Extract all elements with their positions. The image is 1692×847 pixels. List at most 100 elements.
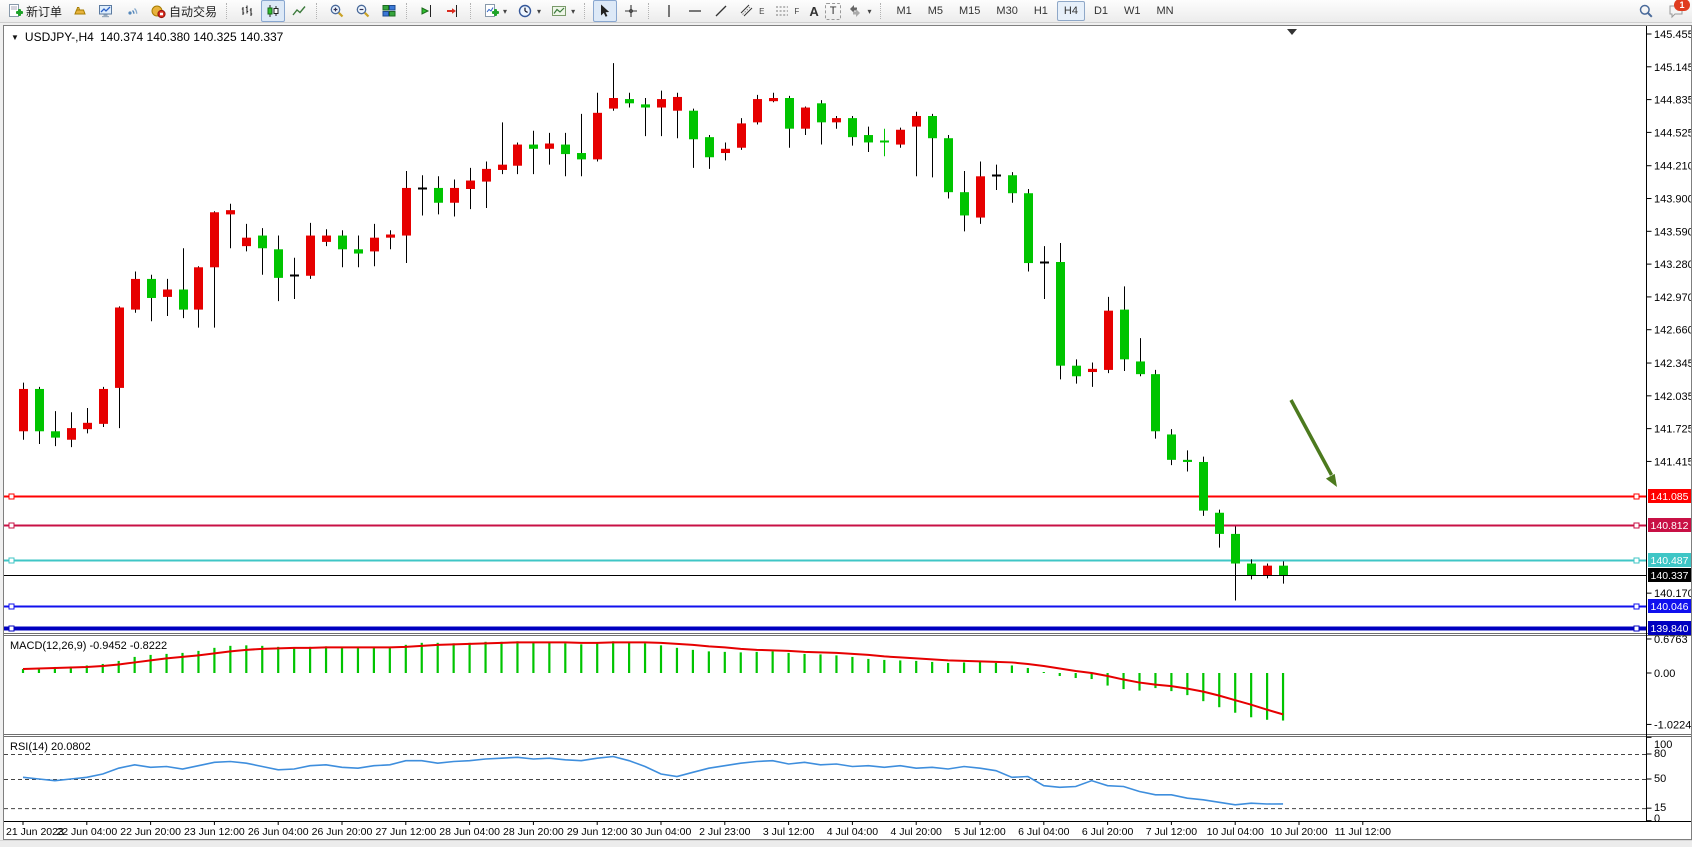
auto-scroll-icon — [445, 3, 461, 19]
time-tick-label: 28 Jun 04:00 — [439, 826, 500, 838]
monitor-chart-icon — [98, 3, 114, 19]
timeframe-button-m5[interactable]: M5 — [921, 1, 950, 21]
toolbar-separator — [406, 3, 411, 19]
horizontal-lines[interactable] — [4, 494, 1646, 631]
timeframe-button-mn[interactable]: MN — [1150, 1, 1181, 21]
zoom-in-button[interactable] — [325, 0, 349, 22]
line-handle[interactable] — [1634, 523, 1639, 528]
chart-canvas[interactable]: MACD(12,26,9) -0.9452 -0.8222 RSI(14) 20.… — [4, 26, 1691, 839]
line-handle[interactable] — [1634, 626, 1639, 631]
trendline-button[interactable] — [709, 0, 733, 22]
line-handle[interactable] — [9, 523, 14, 528]
price-axis[interactable]: 145.455145.145144.835144.525144.210143.9… — [1647, 26, 1692, 825]
price-tick-label: 142.660 — [1654, 325, 1691, 337]
line-handle[interactable] — [1634, 558, 1639, 563]
arrows-icon — [847, 3, 863, 19]
chart-shift-button[interactable] — [415, 0, 439, 22]
text-button[interactable]: A — [805, 0, 822, 22]
arrow-annotation[interactable] — [1291, 400, 1337, 487]
fibonacci-button[interactable]: F — [770, 0, 803, 22]
rsi-axis-label: 0 — [1654, 813, 1660, 825]
rsi-axis-label: 50 — [1654, 773, 1666, 785]
price-tick-label: 144.525 — [1654, 127, 1691, 139]
line-handle[interactable] — [9, 494, 14, 499]
chart-shift-marker[interactable] — [1287, 29, 1297, 35]
time-tick-label: 27 Jun 12:00 — [375, 826, 436, 838]
equidistant-channel-icon — [739, 3, 755, 19]
arrows-button[interactable]: ▾ — [843, 0, 875, 22]
autotrading-button[interactable]: 自动交易 — [146, 0, 221, 22]
bar-chart-button[interactable] — [235, 0, 259, 22]
indicators-button[interactable]: ▾ — [479, 0, 511, 22]
price-tick-label: 140.170 — [1654, 588, 1691, 600]
chart-area[interactable]: MACD(12,26,9) -0.9452 -0.8222 RSI(14) 20.… — [3, 25, 1692, 840]
add-indicator-icon — [483, 3, 499, 19]
price-tick-label: 142.035 — [1654, 391, 1691, 403]
text-label-button[interactable]: T — [825, 3, 842, 20]
notification-badge[interactable]: 1 — [1674, 0, 1690, 11]
price-tick-label: 145.145 — [1654, 62, 1691, 74]
macd-indicator: MACD(12,26,9) -0.9452 -0.8222 — [10, 640, 1283, 721]
line-handle[interactable] — [9, 604, 14, 609]
price-tick-label: 145.455 — [1654, 29, 1691, 41]
price-tick-label: 143.590 — [1654, 226, 1691, 238]
timeframe-button-w1[interactable]: W1 — [1117, 1, 1148, 21]
new-order-button[interactable]: 新订单 — [3, 0, 66, 22]
signals-button[interactable] — [120, 0, 144, 22]
line-chart-icon — [291, 3, 307, 19]
templates-button[interactable]: ▾ — [547, 0, 579, 22]
cursor-icon — [597, 3, 613, 19]
autotrading-icon — [150, 3, 166, 19]
time-tick-label: 26 Jun 04:00 — [248, 826, 309, 838]
vertical-line-icon — [661, 3, 677, 19]
price-tag-label: 140.337 — [1651, 570, 1689, 582]
chat-button[interactable]: 1 — [1668, 3, 1684, 19]
fibonacci-icon — [774, 3, 790, 19]
search-icon[interactable] — [1638, 3, 1654, 19]
periods-button[interactable]: ▾ — [513, 0, 545, 22]
timeframe-button-h4[interactable]: H4 — [1057, 1, 1085, 21]
dropdown-arrow-icon[interactable]: ▾ — [537, 7, 541, 16]
line-handle[interactable] — [1634, 494, 1639, 499]
dropdown-arrow-icon[interactable]: ▾ — [503, 7, 507, 16]
horizontal-line-button[interactable] — [683, 0, 707, 22]
chevron-down-icon[interactable]: ▼ — [11, 33, 19, 42]
dropdown-arrow-icon[interactable]: ▾ — [571, 7, 575, 16]
rsi-levels — [4, 755, 1646, 809]
timeframe-button-m1[interactable]: M1 — [889, 1, 918, 21]
line-handle[interactable] — [9, 558, 14, 563]
zoom-out-button[interactable] — [351, 0, 375, 22]
timeframe-button-m15[interactable]: M15 — [952, 1, 987, 21]
rsi-label: RSI(14) 20.0802 — [10, 741, 91, 753]
auto-scroll-button[interactable] — [441, 0, 465, 22]
time-tick-label: 4 Jul 04:00 — [827, 826, 879, 838]
timeframe-button-m30[interactable]: M30 — [989, 1, 1024, 21]
mt4-window: 新订单 — [0, 0, 1692, 847]
line-chart-button[interactable] — [287, 0, 311, 22]
macd-axis-label: 0.6763 — [1654, 634, 1688, 646]
timeframe-button-d1[interactable]: D1 — [1087, 1, 1115, 21]
channel-button[interactable]: E — [735, 0, 768, 22]
candlestick-chart-button[interactable] — [261, 0, 285, 22]
price-tick-label: 144.210 — [1654, 161, 1691, 173]
terminal-button[interactable] — [94, 0, 118, 22]
cursor-button[interactable] — [593, 0, 617, 22]
market-watch-button[interactable] — [68, 0, 92, 22]
timeframe-button-h1[interactable]: H1 — [1027, 1, 1055, 21]
time-axis[interactable]: 21 Jun 202322 Jun 04:0022 Jun 20:0023 Ju… — [6, 821, 1391, 838]
time-tick-label: 3 Jul 12:00 — [763, 826, 815, 838]
autotrading-label: 自动交易 — [169, 3, 217, 20]
vertical-line-button[interactable] — [657, 0, 681, 22]
time-tick-label: 6 Jul 04:00 — [1018, 826, 1070, 838]
crosshair-button[interactable] — [619, 0, 643, 22]
toolbar-separator — [880, 3, 885, 19]
chart-shift-icon — [419, 3, 435, 19]
dropdown-arrow-icon[interactable]: ▾ — [867, 7, 871, 16]
line-handle[interactable] — [1634, 604, 1639, 609]
macd-axis-label: 0.00 — [1654, 668, 1675, 680]
tile-windows-button[interactable] — [377, 0, 401, 22]
line-handle[interactable] — [9, 626, 14, 631]
signal-icon — [124, 3, 140, 19]
toolbar-separator — [470, 3, 475, 19]
toolbar-separator — [648, 3, 653, 19]
